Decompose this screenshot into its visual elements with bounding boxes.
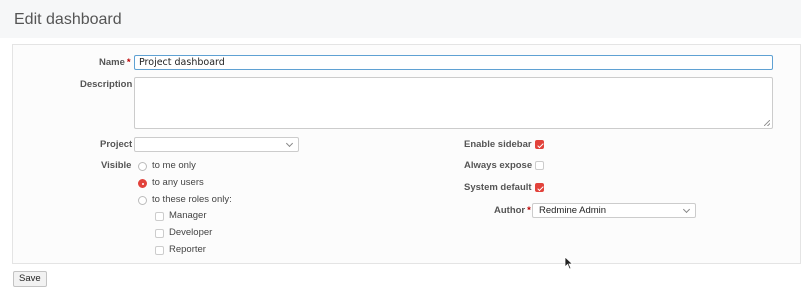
author-label: Author * [494, 205, 531, 216]
role-label-manager: Manager [169, 210, 207, 221]
visible-radio-any-users[interactable] [138, 179, 147, 188]
always-expose-checkbox[interactable] [535, 161, 544, 170]
required-mark: * [126, 57, 131, 68]
chevron-down-icon [682, 205, 691, 214]
role-label-developer: Developer [169, 227, 213, 238]
visible-option-roles-only: to these roles only: [152, 194, 232, 205]
save-button[interactable]: Save [13, 271, 47, 287]
enable-sidebar-label: Enable sidebar [464, 139, 532, 150]
role-checkbox-reporter[interactable] [155, 246, 164, 255]
enable-sidebar-checkbox[interactable] [535, 140, 544, 149]
visible-radio-me-only[interactable] [138, 162, 147, 171]
description-textarea[interactable] [134, 77, 773, 129]
project-label: Project [100, 139, 133, 150]
description-label: Description [80, 79, 133, 90]
role-checkbox-manager[interactable] [155, 212, 164, 221]
project-select[interactable] [134, 137, 299, 152]
visible-label: Visible [101, 160, 132, 171]
name-input[interactable]: Project dashboard [134, 55, 773, 70]
author-select-value: Redmine Admin [539, 205, 607, 216]
always-expose-label: Always expose [464, 160, 533, 171]
system-default-label: System default [464, 182, 532, 193]
role-label-reporter: Reporter [169, 244, 206, 255]
page-title: Edit dashboard [14, 11, 122, 28]
name-label: Name * [99, 57, 131, 68]
visible-option-me-only: to me only [152, 160, 196, 171]
resize-grip-icon[interactable] [764, 120, 770, 126]
chevron-down-icon [285, 139, 294, 148]
role-checkbox-developer[interactable] [155, 229, 164, 238]
visible-option-any-users: to any users [152, 177, 204, 188]
author-select[interactable]: Redmine Admin [532, 203, 696, 218]
visible-radio-roles-only[interactable] [138, 196, 147, 205]
page-header: Edit dashboard [0, 0, 801, 38]
system-default-checkbox[interactable] [535, 183, 544, 192]
author-required-mark: * [527, 205, 531, 216]
mouse-cursor-icon [564, 256, 574, 270]
